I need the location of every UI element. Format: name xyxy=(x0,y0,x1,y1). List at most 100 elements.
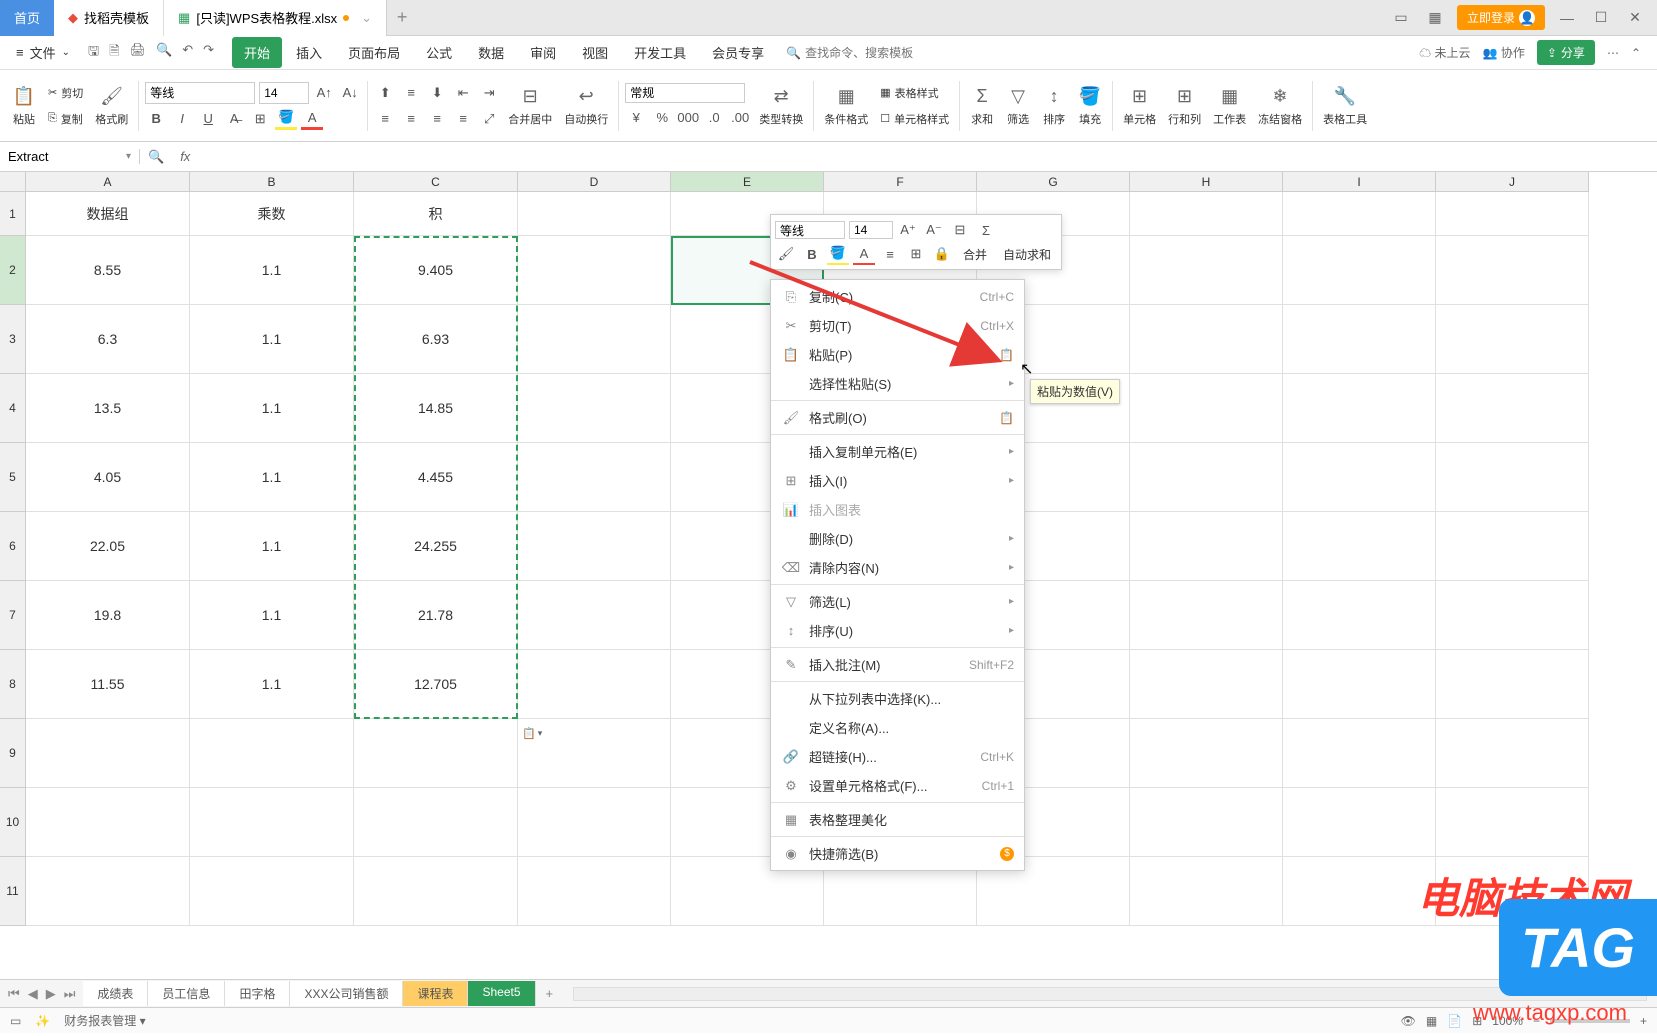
increase-decimal-icon[interactable]: .00 xyxy=(729,107,751,129)
cell[interactable]: 积 xyxy=(354,192,518,236)
merge-center-button[interactable]: ⊟合并居中 xyxy=(504,83,556,129)
tab-home[interactable]: 首页 xyxy=(0,0,54,36)
cell[interactable]: 1.1 xyxy=(190,650,354,719)
mini-border-icon[interactable]: ⊞ xyxy=(905,243,927,265)
row-header[interactable]: 8 xyxy=(0,650,26,719)
bold-button[interactable]: B xyxy=(145,108,167,130)
undo-icon[interactable]: ↶ xyxy=(182,42,193,64)
context-menu-item[interactable]: 🖌格式刷(O)📋 xyxy=(771,403,1024,432)
cell[interactable] xyxy=(1130,581,1283,650)
cell[interactable] xyxy=(1436,443,1589,512)
cell-style-button[interactable]: ☐单元格样式 xyxy=(876,109,953,129)
row-header[interactable]: 11 xyxy=(0,857,26,926)
cell[interactable] xyxy=(518,581,671,650)
column-header[interactable]: B xyxy=(190,172,354,192)
tab-templates[interactable]: ◆ 找稻壳模板 xyxy=(54,0,164,36)
row-col-button[interactable]: ⊞行和列 xyxy=(1164,83,1205,129)
italic-button[interactable]: I xyxy=(171,108,193,130)
mini-size-select[interactable] xyxy=(849,221,893,239)
context-menu-item[interactable]: 插入复制单元格(E)▸ xyxy=(771,437,1024,466)
cell[interactable] xyxy=(1130,857,1283,926)
column-header[interactable]: E xyxy=(671,172,824,192)
cell[interactable] xyxy=(1130,236,1283,305)
view-eye-icon[interactable]: 👁 xyxy=(1401,1014,1416,1028)
sum-button[interactable]: Σ求和 xyxy=(966,83,998,129)
font-size-select[interactable] xyxy=(259,82,309,104)
ribbon-tab-start[interactable]: 开始 xyxy=(232,37,282,68)
comma-icon[interactable]: 000 xyxy=(677,107,699,129)
cell[interactable] xyxy=(518,374,671,443)
grid-view-icon[interactable]: ▭ xyxy=(1389,6,1413,30)
mini-bold-icon[interactable]: B xyxy=(801,243,823,265)
cell[interactable]: 8.55 xyxy=(26,236,190,305)
column-header[interactable]: F xyxy=(824,172,977,192)
paste-special-icon[interactable]: 📋 xyxy=(999,411,1014,425)
ribbon-tab-view[interactable]: 视图 xyxy=(570,37,620,68)
cell[interactable]: 1.1 xyxy=(190,374,354,443)
mini-align-icon[interactable]: ≡ xyxy=(879,243,901,265)
context-menu-item[interactable]: 删除(D)▸ xyxy=(771,524,1024,553)
sheet-tab[interactable]: 员工信息 xyxy=(148,981,225,1006)
cell[interactable]: 12.705 xyxy=(354,650,518,719)
strikethrough-button[interactable]: A̶ xyxy=(223,108,245,130)
cell[interactable] xyxy=(1283,719,1436,788)
name-box[interactable]: ▾ xyxy=(0,149,140,164)
font-name-select[interactable] xyxy=(145,82,255,104)
row-header[interactable]: 5 xyxy=(0,443,26,512)
cell[interactable]: 1.1 xyxy=(190,581,354,650)
column-header[interactable]: J xyxy=(1436,172,1589,192)
sheet-nav-last-icon[interactable]: ⏭ xyxy=(62,986,78,1002)
ribbon-tab-insert[interactable]: 插入 xyxy=(284,37,334,68)
align-left-icon[interactable]: ≡ xyxy=(374,108,396,130)
view-break-icon[interactable]: ⊞ xyxy=(1472,1014,1482,1028)
maximize-button[interactable]: ☐ xyxy=(1589,6,1613,30)
tab-document[interactable]: ▦ [只读]WPS表格教程.xlsx ⌄ xyxy=(164,0,387,36)
fill-button[interactable]: 🪣填充 xyxy=(1074,83,1106,129)
context-menu-item[interactable]: 从下拉列表中选择(K)... xyxy=(771,684,1024,713)
cell[interactable] xyxy=(1283,374,1436,443)
redo-icon[interactable]: ↷ xyxy=(203,42,214,64)
context-menu-item[interactable]: 📋粘贴(P)📋 xyxy=(771,340,1024,369)
cell[interactable] xyxy=(1283,650,1436,719)
cell[interactable] xyxy=(518,788,671,857)
cell[interactable] xyxy=(1130,512,1283,581)
cell[interactable] xyxy=(1436,857,1589,926)
print-icon[interactable]: 🖨 xyxy=(130,42,147,64)
zoom-level[interactable]: 100% xyxy=(1492,1014,1523,1028)
cell[interactable]: 1.1 xyxy=(190,305,354,374)
cell-button[interactable]: ⊞单元格 xyxy=(1119,83,1160,129)
more-icon[interactable]: ⋯ xyxy=(1607,46,1619,60)
cell[interactable] xyxy=(354,719,518,788)
sheet-tab[interactable]: 田字格 xyxy=(225,981,290,1006)
save-as-icon[interactable]: 🗎 xyxy=(109,42,119,64)
cell[interactable] xyxy=(518,443,671,512)
auto-wrap-button[interactable]: ↩自动换行 xyxy=(560,83,612,129)
collab-button[interactable]: 👥 协作 xyxy=(1483,44,1525,61)
cell[interactable]: 数据组 xyxy=(26,192,190,236)
mini-autosum-button[interactable]: 自动求和 xyxy=(997,244,1057,265)
cell[interactable] xyxy=(190,719,354,788)
cell[interactable] xyxy=(518,857,671,926)
cell[interactable] xyxy=(1283,236,1436,305)
cell[interactable] xyxy=(1436,374,1589,443)
context-menu-item[interactable]: ◉快捷筛选(B)$ xyxy=(771,839,1024,868)
type-convert-button[interactable]: ⇄类型转换 xyxy=(755,83,807,129)
cell[interactable] xyxy=(354,857,518,926)
cell[interactable] xyxy=(1283,192,1436,236)
cell[interactable] xyxy=(1436,305,1589,374)
cell[interactable]: 22.05 xyxy=(26,512,190,581)
format-painter-button[interactable]: 🖌 格式刷 xyxy=(91,83,132,129)
column-header[interactable]: H xyxy=(1130,172,1283,192)
sheet-tab[interactable]: Sheet5 xyxy=(468,981,535,1006)
search-input[interactable] xyxy=(805,46,925,60)
decrease-decimal-icon[interactable]: .0 xyxy=(703,107,725,129)
freeze-button[interactable]: ❄冻结窗格 xyxy=(1254,83,1306,129)
cond-format-button[interactable]: ▦条件格式 xyxy=(820,83,872,129)
underline-button[interactable]: U xyxy=(197,108,219,130)
row-header[interactable]: 1 xyxy=(0,192,26,236)
mini-format-painter-icon[interactable]: 🖌 xyxy=(775,243,797,265)
cell[interactable] xyxy=(1436,192,1589,236)
cell[interactable] xyxy=(1283,512,1436,581)
save-icon[interactable]: 🖫 xyxy=(88,42,99,64)
cell[interactable]: 11.55 xyxy=(26,650,190,719)
